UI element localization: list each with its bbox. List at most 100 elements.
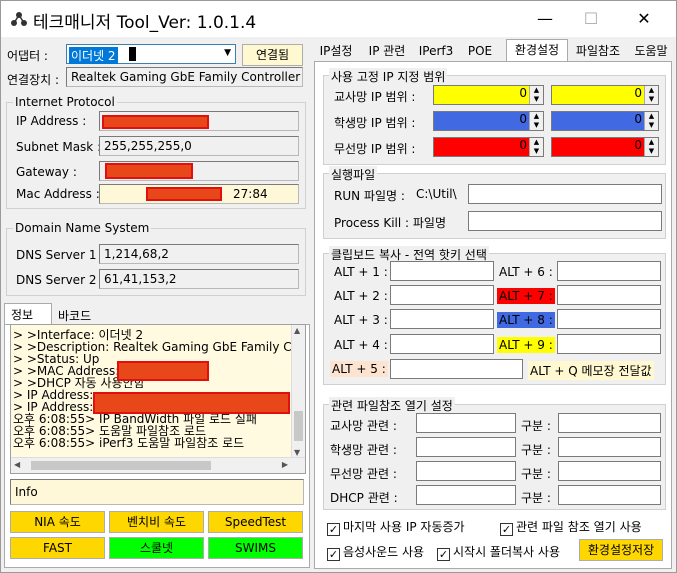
alt3-label: ALT + 3 : [334, 313, 388, 327]
info-field: Info [10, 479, 304, 505]
open-ref-checkbox-label: 관련 파일 참조 열기 사용 [516, 520, 642, 534]
checkmark-icon: ✓ [327, 548, 340, 561]
subnet-label: Subnet Mask : [16, 140, 102, 154]
adapter-selected-value: 이더넷 2 [69, 47, 118, 64]
ref-wireless-input[interactable] [416, 461, 516, 481]
nia-speed-button[interactable]: NIA 속도 [10, 511, 105, 533]
device-label: 연결장치 : [7, 73, 60, 87]
scrollbar-thumb[interactable] [294, 411, 303, 441]
alt5-input[interactable] [390, 359, 523, 379]
close-button[interactable]: ✕ [621, 1, 667, 37]
connect-button[interactable]: 연결됨 [242, 44, 303, 66]
tab-help[interactable]: 도움말 [628, 41, 674, 61]
subnet-field: 255,255,255,0 [99, 136, 299, 156]
schoolnet-button[interactable]: 스쿨넷 [109, 537, 204, 559]
startup-copy-checkbox[interactable]: ✓ 시작시 폴더복사 사용 [437, 543, 560, 561]
wireless-range-end[interactable]: 0 ▲ ▼ [551, 137, 659, 157]
tab-barcode[interactable]: 바코드 [54, 306, 102, 324]
dns-title: Domain Name System [13, 221, 152, 235]
mac-label: Mac Address : [16, 187, 100, 201]
teacher-range-start[interactable]: 0 ▲ ▼ [433, 85, 544, 105]
wireless-range-start[interactable]: 0 ▲ ▼ [433, 137, 544, 157]
gateway-label: Gateway : [16, 165, 77, 179]
spinner-arrows-icon[interactable]: ▲ ▼ [644, 138, 658, 156]
save-settings-button[interactable]: 환경설정저장 [579, 539, 663, 561]
ref-teacher-input[interactable] [416, 413, 516, 433]
minimize-button[interactable]: — [522, 1, 568, 37]
device-field: Realtek Gaming GbE Family Controller [66, 67, 303, 87]
scrollbar-thumb[interactable] [31, 461, 211, 470]
ref-student-gubun-input[interactable] [558, 437, 661, 457]
spinner-arrows-icon[interactable]: ▲ ▼ [529, 138, 543, 156]
alt9-input[interactable] [557, 334, 661, 354]
redaction-block [105, 163, 193, 179]
ref-dhcp-gubun-input[interactable] [558, 485, 661, 505]
dns2-field: 61,41,153,2 [99, 269, 299, 289]
tab-file-ref[interactable]: 파일참조 [570, 41, 626, 61]
run-file-title: 실행파일 [329, 166, 378, 183]
tab-environment[interactable]: 환경설정 [506, 39, 568, 63]
network-icon [11, 12, 27, 26]
maximize-button[interactable]: ☐ [568, 1, 614, 37]
alt3-input[interactable] [390, 309, 494, 329]
process-kill-input[interactable] [468, 211, 662, 231]
adapter-select[interactable]: 이더넷 2 ▼ [66, 44, 236, 64]
teacher-range-end[interactable]: 0 ▲ ▼ [551, 85, 659, 105]
alt-q-label: ALT + Q 메모장 전달값 [528, 361, 654, 380]
app-window: 테크매니저 Tool_Ver: 1.0.1.4 — ☐ ✕ 어댑터 : 이더넷 … [0, 0, 677, 573]
alt1-label: ALT + 1 : [334, 265, 388, 279]
log-lines: > >Interface: 이더넷 2 > >Description: Realt… [11, 325, 305, 449]
ref-wireless-gubun-input[interactable] [558, 461, 661, 481]
ref-wireless-label: 무선망 관련 : [330, 467, 397, 481]
alt7-input[interactable] [557, 285, 661, 305]
vertical-scrollbar[interactable]: ▲ ▼ [291, 325, 305, 458]
run-file-input[interactable] [468, 184, 662, 204]
sound-checkbox[interactable]: ✓ 음성사운드 사용 [327, 543, 424, 561]
file-ref-title: 관련 파일참조 열기 설정 [329, 397, 455, 414]
open-ref-checkbox[interactable]: ✓ 관련 파일 참조 열기 사용 [500, 518, 642, 536]
auto-ip-checkbox[interactable]: ✓ 마지막 사용 IP 자동증가 [327, 518, 465, 536]
spinner-arrows-icon[interactable]: ▲ ▼ [644, 112, 658, 130]
chevron-right-icon[interactable]: ▶ [282, 460, 288, 469]
tab-ip-related[interactable]: IP 관련 [361, 41, 413, 61]
alt1-input[interactable] [390, 261, 494, 281]
ip-address-label: IP Address : [16, 114, 87, 128]
spin-value: 0 [519, 86, 527, 100]
benchbee-speed-button[interactable]: 벤치비 속도 [109, 511, 204, 533]
wireless-range-label: 무선망 IP 범위 : [334, 142, 416, 156]
teacher-range-label: 교사망 IP 범위 : [334, 90, 416, 104]
student-range-label: 학생망 IP 범위 : [334, 116, 416, 130]
redaction-block [93, 392, 290, 414]
ref-dhcp-input[interactable] [416, 485, 516, 505]
alt4-input[interactable] [390, 334, 494, 354]
tab-info[interactable]: 정보 [4, 303, 52, 325]
swims-button[interactable]: SWIMS [208, 537, 303, 559]
tab-ip-settings[interactable]: IP설정 [315, 41, 357, 61]
chevron-up-icon[interactable]: ▲ [294, 326, 300, 335]
spinner-arrows-icon[interactable]: ▲ ▼ [529, 112, 543, 130]
ref-teacher-gubun-input[interactable] [558, 413, 661, 433]
title-bar: 테크매니저 Tool_Ver: 1.0.1.4 — ☐ ✕ [1, 1, 676, 37]
redaction-block [117, 361, 209, 381]
dns2-label: DNS Server 2 : [16, 273, 105, 287]
alt2-input[interactable] [390, 285, 494, 305]
redaction-block [102, 115, 209, 129]
spinner-arrows-icon[interactable]: ▲ ▼ [644, 86, 658, 104]
spinner-arrows-icon[interactable]: ▲ ▼ [529, 86, 543, 104]
spin-value: 0 [519, 112, 527, 126]
chevron-left-icon[interactable]: ◀ [14, 460, 20, 469]
student-range-start[interactable]: 0 ▲ ▼ [433, 111, 544, 131]
speedtest-button[interactable]: SpeedTest [208, 511, 303, 533]
fast-button[interactable]: FAST [10, 537, 105, 559]
alt6-input[interactable] [557, 261, 661, 281]
alt8-input[interactable] [557, 309, 661, 329]
student-range-end[interactable]: 0 ▲ ▼ [551, 111, 659, 131]
tab-iperf3[interactable]: IPerf3 [415, 41, 457, 61]
ref-student-input[interactable] [416, 437, 516, 457]
checkmark-icon: ✓ [437, 548, 450, 561]
window-title: 테크매니저 Tool_Ver: 1.0.1.4 [33, 8, 256, 33]
chevron-down-icon[interactable]: ▼ [294, 448, 300, 457]
redaction-block [129, 47, 136, 61]
tab-poe[interactable]: POE [460, 41, 500, 61]
horizontal-scrollbar[interactable]: ◀ ▶ [11, 457, 305, 473]
